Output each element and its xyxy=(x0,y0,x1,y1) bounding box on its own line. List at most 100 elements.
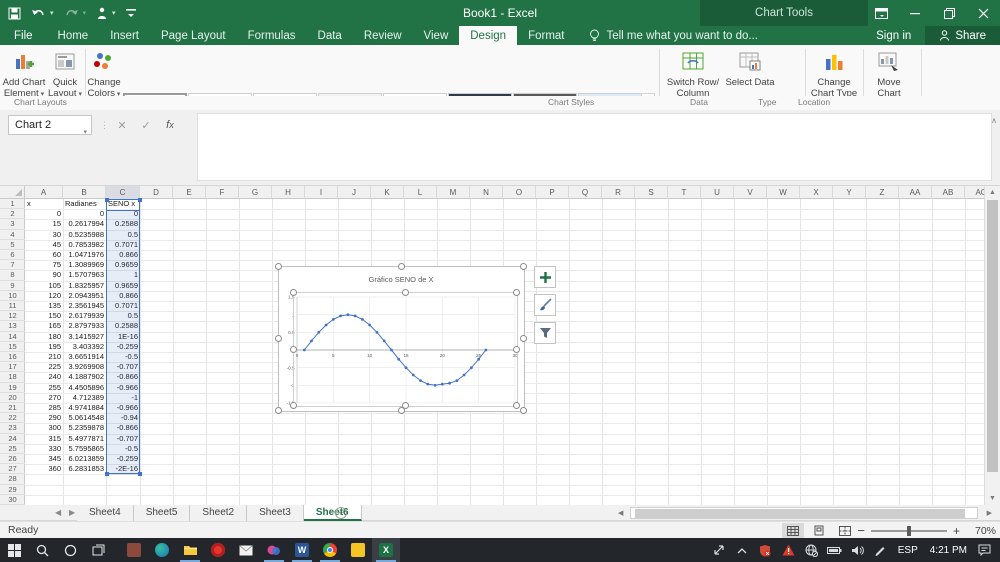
taskbar-app-sticky-notes[interactable] xyxy=(344,538,372,562)
pen-icon[interactable] xyxy=(869,538,892,562)
selection-handle[interactable] xyxy=(275,263,282,270)
cell-B18[interactable]: 4.1887902 xyxy=(63,372,106,382)
remote-desktop-icon[interactable] xyxy=(708,538,731,562)
row-headers[interactable]: 1 2 3 4 5 6 7 8 9 10 11 12 13 14 15 16 17 18 19 20 21 22 23 24 2… xyxy=(0,199,25,505)
cell-A22[interactable]: 290 xyxy=(25,413,63,423)
touch-mode-icon[interactable] xyxy=(96,7,108,20)
scroll-left-icon[interactable]: ◀ xyxy=(618,508,623,519)
cell-A7[interactable]: 75 xyxy=(25,260,63,270)
column-header-D[interactable]: D xyxy=(140,186,173,199)
cell-B21[interactable]: 4.9741884 xyxy=(63,403,106,413)
cell-B22[interactable]: 5.0614548 xyxy=(63,413,106,423)
cell-B9[interactable]: 1.8325957 xyxy=(63,281,106,291)
column-header-S[interactable]: S xyxy=(635,186,668,199)
zoom-level[interactable]: 70% xyxy=(966,525,996,537)
row-header-20[interactable]: 20 xyxy=(0,393,25,403)
cell-B19[interactable]: 4.4505896 xyxy=(63,383,106,393)
row-header-19[interactable]: 19 xyxy=(0,383,25,393)
row-header-26[interactable]: 26 xyxy=(0,454,25,465)
chart-object[interactable]: Gráfico SENO de X1.510.50-0.5-1-1.505101… xyxy=(275,263,527,414)
select-all-corner[interactable] xyxy=(0,186,25,199)
insert-function-icon[interactable]: fx xyxy=(158,119,182,131)
action-center-icon[interactable] xyxy=(973,538,996,562)
cell-B13[interactable]: 2.8797933 xyxy=(63,321,106,331)
column-header-F[interactable]: F xyxy=(206,186,239,199)
cell-B12[interactable]: 2.6179939 xyxy=(63,311,106,321)
column-header-K[interactable]: K xyxy=(371,186,404,199)
undo-icon[interactable] xyxy=(31,7,46,19)
ribbon-tab-format[interactable]: Format xyxy=(517,26,575,45)
cell-A18[interactable]: 240 xyxy=(25,372,63,382)
sheet-tab-sheet2[interactable]: Sheet2 xyxy=(190,505,248,521)
tell-me-box[interactable]: Tell me what you want to do... xyxy=(589,26,758,45)
sheet-nav-left-icon[interactable]: ◀ xyxy=(55,508,61,517)
scroll-right-icon[interactable]: ▶ xyxy=(987,508,992,519)
ribbon-tab-data[interactable]: Data xyxy=(307,26,353,45)
column-header-C[interactable]: C xyxy=(106,186,140,199)
selection-handle[interactable] xyxy=(513,402,520,409)
row-header-22[interactable]: 22 xyxy=(0,413,25,424)
column-header-P[interactable]: P xyxy=(536,186,569,199)
taskbar-app-file-explorer[interactable] xyxy=(176,538,204,562)
row-header-13[interactable]: 13 xyxy=(0,321,25,332)
chart-styles-button[interactable] xyxy=(534,294,556,316)
column-header-V[interactable]: V xyxy=(734,186,767,199)
customize-qat-icon[interactable] xyxy=(125,8,136,18)
column-header-X[interactable]: X xyxy=(800,186,833,199)
row-header-30[interactable]: 30 xyxy=(0,495,25,505)
column-header-M[interactable]: M xyxy=(437,186,470,199)
cell-A2[interactable]: 0 xyxy=(25,209,63,219)
column-header-W[interactable]: W xyxy=(767,186,800,199)
column-header-L[interactable]: L xyxy=(404,186,437,199)
sheet-tab-sheet4[interactable]: Sheet4 xyxy=(77,505,134,521)
sign-in-link[interactable]: Sign in xyxy=(876,30,911,42)
taskbar-app-mail[interactable] xyxy=(232,538,260,562)
undo-dropdown-icon[interactable]: ▾ xyxy=(50,9,54,17)
column-header-B[interactable]: B xyxy=(63,186,106,199)
scroll-up-icon[interactable]: ▲ xyxy=(987,187,998,198)
cell-B11[interactable]: 2.3561945 xyxy=(63,301,106,311)
taskbar-app-excel[interactable]: X xyxy=(372,538,400,562)
row-header-16[interactable]: 16 xyxy=(0,352,25,363)
selection-handle[interactable] xyxy=(401,289,409,296)
row-header-7[interactable]: 7 xyxy=(0,260,25,271)
cell-A8[interactable]: 90 xyxy=(25,270,63,280)
selection-handle[interactable] xyxy=(290,402,297,409)
cell-B5[interactable]: 0.7853982 xyxy=(63,240,106,250)
sheet-tab-sheet6[interactable]: Sheet6 xyxy=(303,505,362,521)
taskbar-app-edge[interactable] xyxy=(148,538,176,562)
row-header-29[interactable]: 29 xyxy=(0,485,25,495)
save-icon[interactable] xyxy=(8,7,21,20)
zoom-out-icon[interactable]: − xyxy=(857,523,865,538)
cell-A26[interactable]: 345 xyxy=(25,454,63,464)
selection-handle[interactable] xyxy=(520,263,527,270)
scroll-down-icon[interactable]: ▼ xyxy=(987,493,998,504)
row-header-25[interactable]: 25 xyxy=(0,444,25,454)
row-header-27[interactable]: 27 xyxy=(0,464,25,475)
name-box[interactable]: Chart 2 ▾ xyxy=(8,115,92,136)
column-header-T[interactable]: T xyxy=(668,186,701,199)
cell-B27[interactable]: 6.2831853 xyxy=(63,464,106,474)
selection-handle[interactable] xyxy=(513,289,520,296)
cell-A5[interactable]: 45 xyxy=(25,240,63,250)
ribbon-tab-formulas[interactable]: Formulas xyxy=(237,26,307,45)
row-header-4[interactable]: 4 xyxy=(0,230,25,240)
cell-A20[interactable]: 270 xyxy=(25,393,63,403)
row-header-15[interactable]: 15 xyxy=(0,342,25,352)
row-header-9[interactable]: 9 xyxy=(0,281,25,291)
column-header-E[interactable]: E xyxy=(173,186,206,199)
cell-B24[interactable]: 5.4977871 xyxy=(63,434,106,444)
cell-B7[interactable]: 1.3089969 xyxy=(63,260,106,270)
row-header-5[interactable]: 5 xyxy=(0,240,25,250)
ribbon-tab-insert[interactable]: Insert xyxy=(99,26,150,45)
column-header-Z[interactable]: Z xyxy=(866,186,899,199)
column-header-O[interactable]: O xyxy=(503,186,536,199)
network-globe-icon[interactable] xyxy=(800,538,823,562)
column-header-AB[interactable]: AB xyxy=(932,186,965,199)
selection-handle[interactable] xyxy=(290,289,297,296)
cell-B20[interactable]: 4.712389 xyxy=(63,393,106,403)
battery-icon[interactable] xyxy=(823,538,846,562)
vertical-scrollbar[interactable]: ▲ ▼ xyxy=(984,186,1000,505)
column-header-Q[interactable]: Q xyxy=(569,186,602,199)
column-header-R[interactable]: R xyxy=(602,186,635,199)
